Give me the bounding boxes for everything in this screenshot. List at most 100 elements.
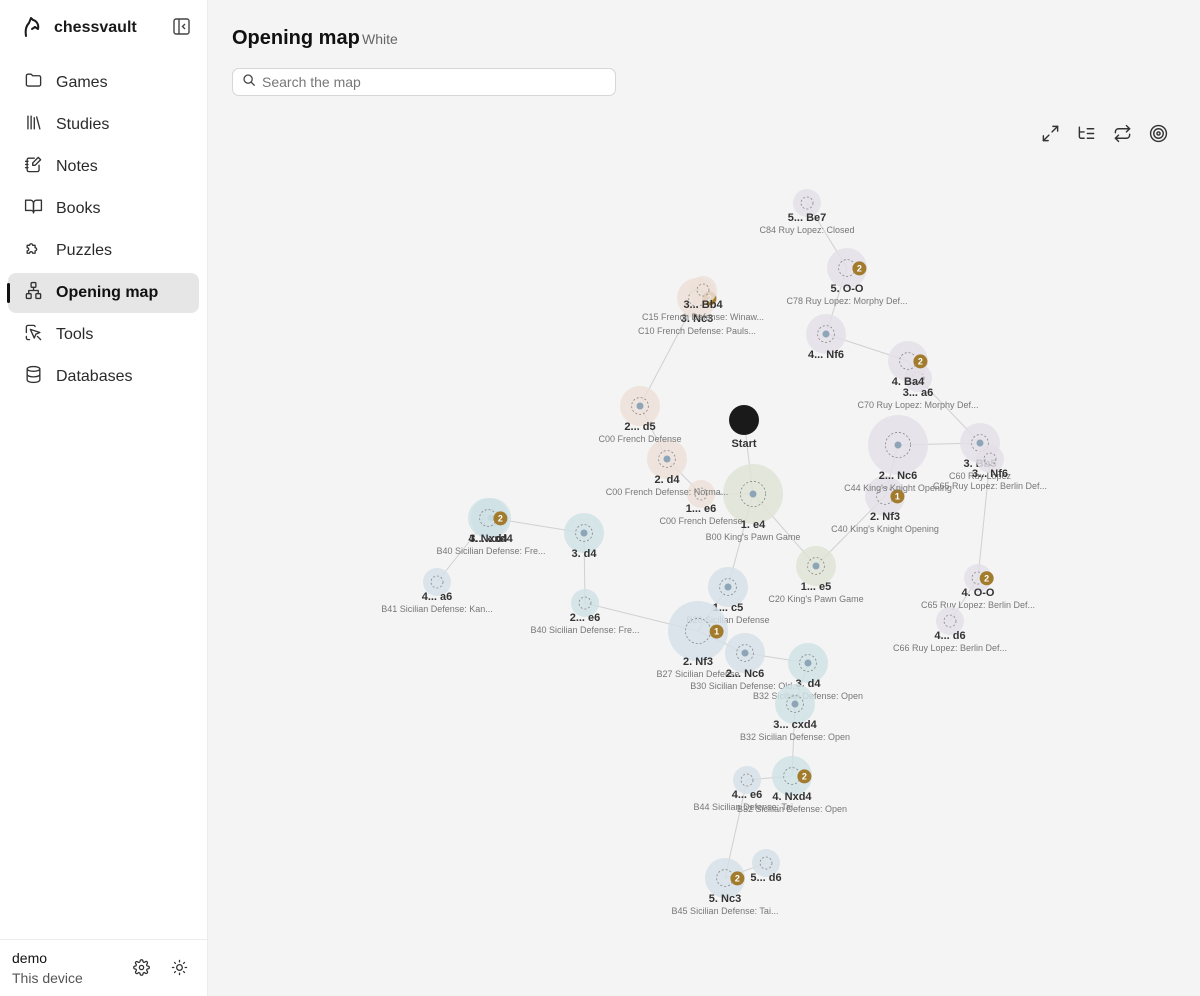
fit-view-button[interactable] <box>1040 125 1060 146</box>
sidebar-item-label: Notes <box>56 158 98 175</box>
node-eco-label: C78 Ruy Lopez: Morphy Def... <box>786 296 907 306</box>
sidebar-item-studies[interactable]: Studies <box>8 105 199 145</box>
library-icon <box>24 113 43 137</box>
node-dot <box>812 562 820 570</box>
node-eco-label: C15 French Defense: Winaw... <box>642 312 764 322</box>
node-move-label: 2. Nf3 <box>870 511 900 523</box>
node-eco-label: C40 King's Knight Opening <box>831 524 939 534</box>
map-toolbar <box>1040 124 1168 148</box>
search-icon <box>242 73 256 92</box>
map-node-fr_d5[interactable]: 2... d5C00 French Defense <box>598 386 682 444</box>
collapse-sidebar-button[interactable] <box>170 18 192 40</box>
node-eco-label: C66 Ruy Lopez: Berlin Def... <box>893 643 1007 653</box>
node-move-label: 3... cxd4 <box>773 719 817 731</box>
sidebar-item-opening-map[interactable]: Opening map <box>7 273 199 313</box>
node-move-label: 2. Nf3 <box>683 656 713 668</box>
flip-side-button[interactable] <box>1112 124 1132 148</box>
node-eco-label: B41 Sicilian Defense: Kan... <box>381 604 493 614</box>
sidebar-item-puzzles[interactable]: Puzzles <box>8 231 199 271</box>
map-node-d4_3[interactable]: 3. d4 <box>564 513 604 560</box>
game-count-text: 2 <box>857 263 862 273</box>
repeat-icon <box>1113 124 1132 148</box>
sidebar-item-label: Games <box>56 74 108 91</box>
node-eco-label: B45 Sicilian Defense: Tai... <box>672 906 779 916</box>
map-node-bb4[interactable]: 3... Bb4C15 French Defense: Winaw... <box>642 276 764 322</box>
map-node-oo4[interactable]: 2 4. O-OC65 Ruy Lopez: Berlin Def... <box>921 564 1035 610</box>
node-eco-label: C84 Ruy Lopez: Closed <box>759 225 854 235</box>
node-move-label: 1... e5 <box>801 581 832 593</box>
node-eco-label: C65 Ruy Lopez: Berlin Def... <box>933 481 1047 491</box>
gear-icon <box>132 959 150 981</box>
sidebar-item-databases[interactable]: Databases <box>8 357 199 397</box>
folder-icon <box>24 71 43 95</box>
sidebar-item-notes[interactable]: Notes <box>8 147 199 187</box>
start-node-marker <box>729 405 759 435</box>
game-count-text: 2 <box>498 513 503 523</box>
node-dot <box>976 439 984 447</box>
node-move-label: 3. d4 <box>571 548 597 560</box>
node-eco-label: B40 Sicilian Defense: Fre... <box>530 625 639 635</box>
sun-icon <box>171 959 188 981</box>
node-move-label: 2... Nc6 <box>879 470 918 482</box>
map-node-be7[interactable]: 5... Be7C84 Ruy Lopez: Closed <box>759 189 855 235</box>
page-title: Opening map <box>232 27 360 49</box>
map-node-e6s[interactable]: 2... e6B40 Sicilian Defense: Fre... <box>530 589 640 635</box>
sidebar-item-label: Studies <box>56 116 110 133</box>
node-move-label: 5. O-O <box>830 283 863 295</box>
node-move-label: 4... a6 <box>422 591 453 603</box>
map-nodes: Start1. e4B00 King's Pawn Game1... e6C00… <box>381 189 1047 916</box>
game-count-text: 2 <box>918 356 923 366</box>
map-node-fr_d4[interactable]: 2. d4C00 French Defense: Norma... <box>606 439 729 497</box>
map-node-d6_4[interactable]: 4... d6C66 Ruy Lopez: Berlin Def... <box>893 607 1007 653</box>
node-eco-label: C00 French Defense <box>659 516 742 526</box>
node-move-label: 3... Bb4 <box>683 299 723 311</box>
map-node-d6_5[interactable]: 5... d6 <box>750 849 782 884</box>
sidebar-item-books[interactable]: Books <box>8 189 199 229</box>
map-node-a6_4[interactable]: 4... a6B41 Sicilian Defense: Kan... <box>381 568 493 614</box>
panel-left-close-icon <box>172 18 190 40</box>
map-search[interactable] <box>232 68 616 96</box>
mouse-pointer-icon <box>24 323 43 347</box>
map-node-e4[interactable]: 1. e4B00 King's Pawn Game <box>706 464 801 542</box>
map-node-nf6_4[interactable]: 4... Nf6 <box>806 314 846 361</box>
sidebar-item-games[interactable]: Games <box>8 63 199 103</box>
node-move-label: 5... d6 <box>750 872 781 884</box>
map-node-e5[interactable]: 1... e5C20 King's Pawn Game <box>768 546 864 604</box>
node-eco-label: C70 Ruy Lopez: Morphy Def... <box>857 400 978 410</box>
node-dot <box>804 659 812 667</box>
node-eco-label: B32 Sicilian Defense: Open <box>740 732 850 742</box>
map-node-nxd4_4[interactable]: 2 4. Nxd4 <box>468 498 508 545</box>
settings-button[interactable] <box>131 959 151 981</box>
node-move-label: 2... e6 <box>570 612 601 624</box>
map-node-nf6_3[interactable]: 3... Nf6C65 Ruy Lopez: Berlin Def... <box>933 445 1047 491</box>
node-move-label: 3... Nf6 <box>972 468 1008 480</box>
map-node-start[interactable]: Start <box>729 405 759 450</box>
sidebar-item-label: Tools <box>56 326 94 343</box>
node-move-label: 4. Nxd4 <box>468 533 508 545</box>
node-eco-label: C20 King's Pawn Game <box>768 594 863 604</box>
node-move-label: 1. e4 <box>741 519 766 531</box>
sidebar-item-label: Opening map <box>56 284 159 301</box>
node-move-label: 4... d6 <box>934 630 965 642</box>
sidebar-item-label: Books <box>56 200 101 217</box>
node-dot <box>749 490 757 498</box>
node-dot <box>580 529 588 537</box>
search-input[interactable] <box>262 74 592 90</box>
sidebar: chessvault Games Studies Notes Books Puzzles… <box>0 0 208 996</box>
node-move-label: 2. d4 <box>654 474 680 486</box>
focus-button[interactable] <box>1148 124 1168 148</box>
node-dot <box>724 583 732 591</box>
map-node-ba4[interactable]: 2 4. Ba4 <box>888 341 928 388</box>
book-open-icon <box>24 197 43 221</box>
node-move-label: 4. Ba4 <box>892 376 925 388</box>
knight-logo-icon <box>22 14 42 43</box>
tree-layout-button[interactable] <box>1076 126 1096 146</box>
map-node-oo5[interactable]: 2 5. O-OC78 Ruy Lopez: Morphy Def... <box>786 248 908 306</box>
brand[interactable]: chessvault <box>22 14 137 42</box>
sidebar-item-tools[interactable]: Tools <box>8 315 199 355</box>
sidebar-footer: demo This device <box>0 939 208 996</box>
network-icon <box>24 281 43 305</box>
target-icon <box>1149 124 1168 148</box>
node-eco-label: C10 French Defense: Pauls... <box>638 326 756 336</box>
theme-toggle-button[interactable] <box>169 959 189 981</box>
